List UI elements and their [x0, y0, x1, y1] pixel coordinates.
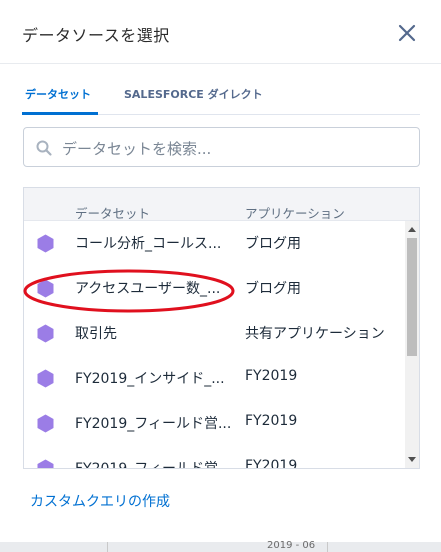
dataset-icon	[37, 414, 54, 433]
tab-datasets[interactable]: データセット	[25, 86, 91, 102]
background-divider	[107, 542, 108, 552]
dataset-icon	[37, 369, 54, 388]
modal-title: データソースを選択	[22, 26, 170, 45]
dataset-icon	[37, 234, 54, 253]
tab-salesforce-direct[interactable]: SALESFORCE ダイレクト	[124, 86, 263, 102]
scroll-down-icon[interactable]	[408, 457, 416, 462]
dataset-row[interactable]: アクセスユーザー数_... ブログ用	[24, 266, 405, 311]
dataset-app: FY2019	[245, 458, 298, 469]
column-header-dataset: データセット	[75, 206, 151, 221]
modal-header: データソースを選択	[0, 0, 441, 64]
active-tab-indicator	[22, 112, 98, 115]
dataset-name: FY2019_インサイド_...	[75, 371, 225, 387]
dataset-icon	[37, 279, 54, 298]
dataset-app: ブログ用	[245, 281, 301, 297]
dataset-name: アクセスユーザー数_...	[75, 281, 221, 297]
dataset-list: データセット アプリケーション コール分析_コールス... ブログ用 アクセスユ…	[23, 187, 420, 469]
dataset-name: FY2019_フィールド営...	[75, 416, 232, 432]
create-custom-query-link[interactable]: カスタムクエリの作成	[30, 491, 170, 511]
search-placeholder: データセットを検索...	[62, 140, 212, 158]
dataset-row[interactable]: FY2019_インサイド_... FY2019	[24, 356, 405, 401]
dataset-row[interactable]: FY2019_フィールド営... FY2019	[24, 446, 405, 469]
background-page-strip	[0, 542, 441, 552]
dataset-row[interactable]: コール分析_コールス... ブログ用	[24, 221, 405, 266]
dataset-app: ブログ用	[245, 236, 301, 252]
dataset-icon	[37, 459, 54, 468]
background-partial-text: 2019 - 06	[267, 540, 316, 551]
dataset-name: FY2019_フィールド営...	[75, 461, 232, 469]
list-scrollbar[interactable]	[405, 221, 419, 468]
column-header-application: アプリケーション	[245, 206, 345, 221]
dataset-app: 共有アプリケーション	[245, 326, 385, 342]
close-icon[interactable]	[396, 22, 418, 44]
dataset-icon	[37, 324, 54, 343]
dataset-row[interactable]: FY2019_フィールド営... FY2019	[24, 401, 405, 446]
background-divider	[327, 542, 328, 552]
tab-bar: データセット SALESFORCE ダイレクト	[22, 78, 420, 116]
scrollbar-thumb[interactable]	[407, 238, 417, 356]
list-header: データセット アプリケーション	[24, 188, 419, 221]
dataset-search-input[interactable]: データセットを検索...	[23, 127, 420, 167]
search-icon	[36, 140, 52, 156]
dataset-app: FY2019	[245, 368, 298, 384]
dataset-row[interactable]: 取引先 共有アプリケーション	[24, 311, 405, 356]
dataset-name: 取引先	[75, 326, 117, 342]
data-source-modal: データソースを選択 データセット SALESFORCE ダイレクト データセット…	[0, 0, 441, 542]
dataset-app: FY2019	[245, 413, 298, 429]
dataset-name: コール分析_コールス...	[75, 236, 222, 252]
scroll-up-icon[interactable]	[408, 227, 416, 232]
